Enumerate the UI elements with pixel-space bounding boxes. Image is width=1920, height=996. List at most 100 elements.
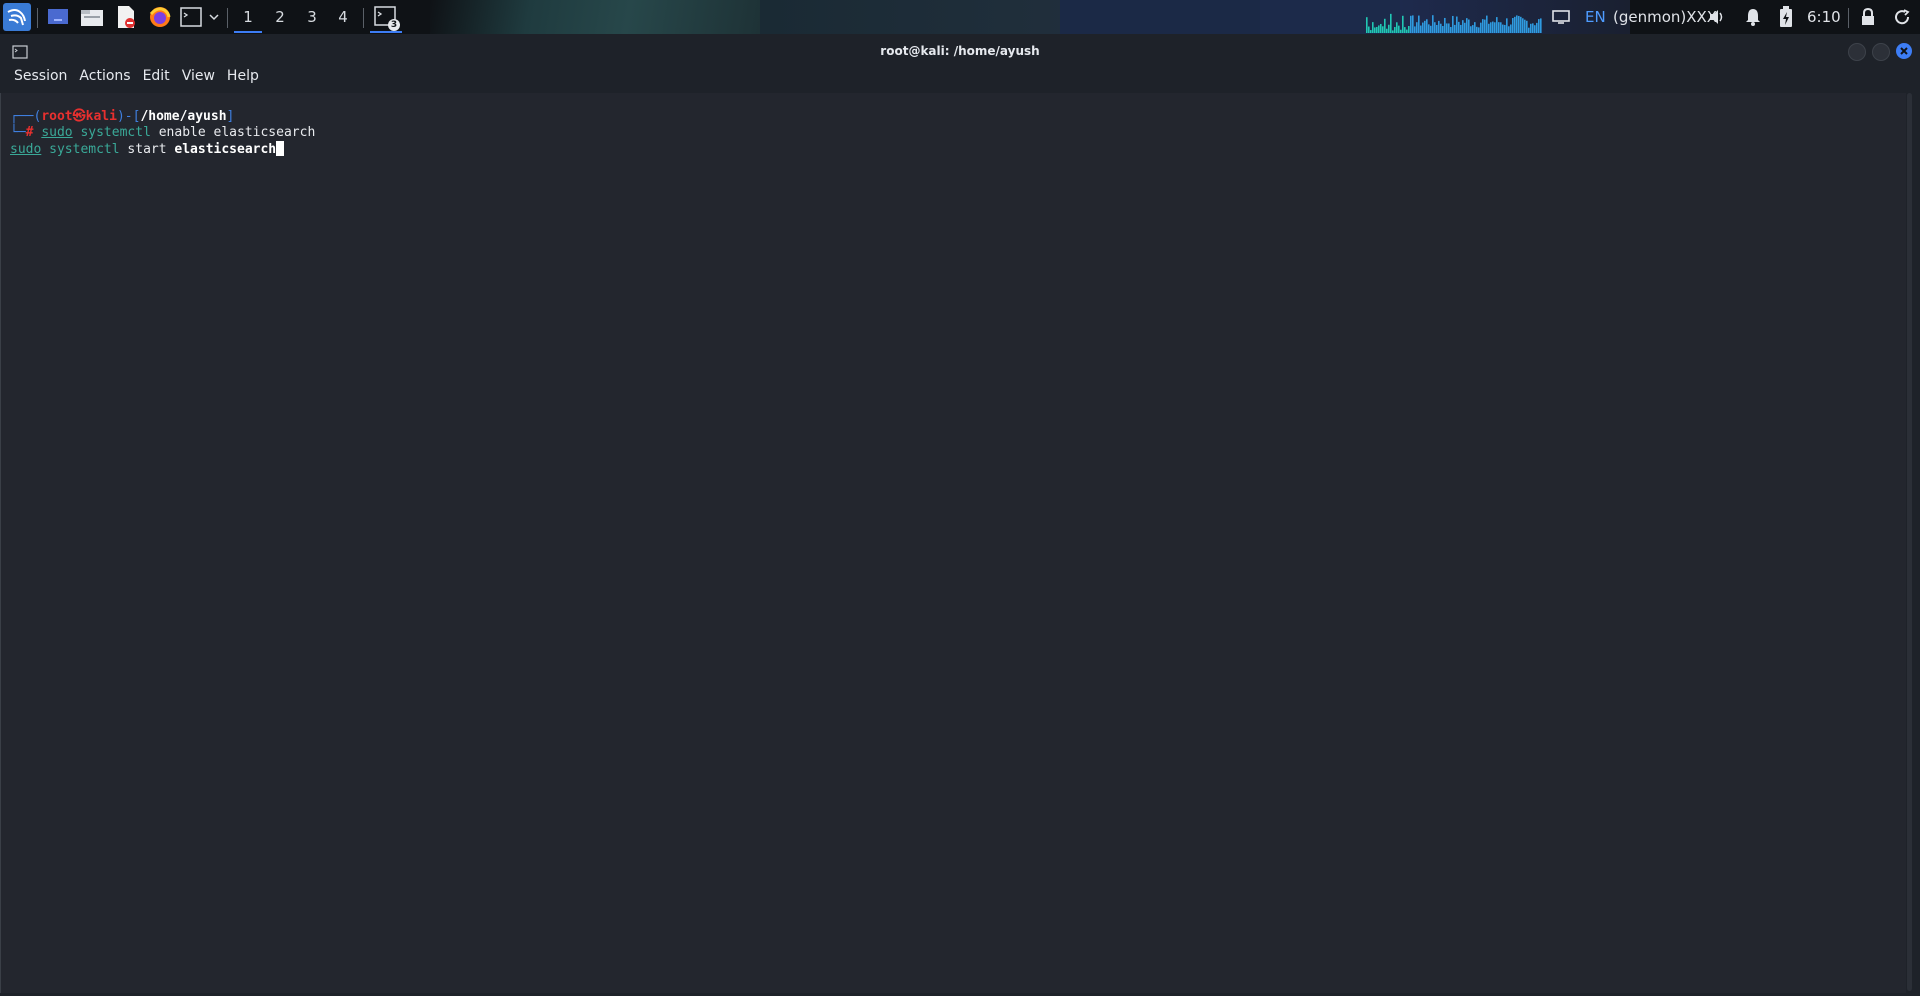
workspace-2[interactable]: 2 bbox=[266, 4, 294, 30]
cpu-graph-bar bbox=[1508, 26, 1510, 33]
panel-separator bbox=[37, 8, 38, 28]
keyboard-layout[interactable]: EN bbox=[1585, 8, 1606, 26]
cpu-graph-bar bbox=[1486, 15, 1488, 33]
cpu-graph-bar bbox=[1442, 26, 1444, 33]
cpu-graph-bar bbox=[1502, 24, 1504, 33]
menu-edit[interactable]: Edit bbox=[143, 66, 170, 86]
prompt-corner-bottom: └─ bbox=[10, 125, 26, 140]
cpu-graph-bar bbox=[1470, 26, 1472, 33]
menu-help[interactable]: Help bbox=[227, 66, 259, 86]
close-button[interactable] bbox=[1896, 43, 1912, 59]
cmd-sudo: sudo bbox=[41, 125, 73, 140]
cpu-graph-bar bbox=[1404, 27, 1406, 33]
cpu-graph-bar bbox=[1492, 21, 1494, 33]
display-icon[interactable] bbox=[1550, 4, 1572, 30]
minimize-button[interactable] bbox=[1848, 43, 1866, 61]
cpu-graph-bar bbox=[1528, 27, 1530, 33]
prompt-host: kali bbox=[85, 109, 117, 124]
maximize-button[interactable] bbox=[1872, 43, 1890, 61]
chevron-down-icon[interactable] bbox=[207, 4, 221, 30]
task-count-badge: 3 bbox=[388, 19, 400, 31]
cpu-graph-bar bbox=[1474, 22, 1476, 33]
terminal-icon[interactable] bbox=[178, 4, 204, 30]
cmd-start: start bbox=[127, 142, 167, 157]
taskbar-terminal-button[interactable]: 3 bbox=[370, 4, 402, 33]
menu-actions[interactable]: Actions bbox=[79, 66, 130, 86]
cpu-graph-bar bbox=[1392, 30, 1394, 33]
text-editor-icon[interactable] bbox=[113, 4, 139, 30]
cpu-graph-bar bbox=[1372, 22, 1374, 33]
prompt-corner: ┌──( bbox=[10, 109, 42, 124]
cpu-graph-bar bbox=[1450, 26, 1452, 33]
cpu-graph bbox=[1366, 13, 1542, 33]
cpu-graph-bar bbox=[1494, 22, 1496, 33]
cpu-graph-bar bbox=[1498, 22, 1500, 33]
cpu-graph-bar bbox=[1520, 16, 1522, 33]
cpu-graph-bar bbox=[1458, 21, 1460, 33]
cpu-graph-bar bbox=[1378, 25, 1380, 33]
clock[interactable]: 6:10 bbox=[1807, 8, 1841, 26]
cpu-graph-bar bbox=[1416, 22, 1418, 33]
cpu-graph-bar bbox=[1452, 15, 1454, 33]
lock-icon[interactable] bbox=[1857, 4, 1879, 30]
cpu-graph-bar bbox=[1524, 19, 1526, 33]
cmd-service: elasticsearch bbox=[174, 142, 277, 157]
cpu-graph-bar bbox=[1402, 15, 1404, 33]
workspace-3[interactable]: 3 bbox=[298, 4, 326, 30]
command-line-1: └─# sudo systemctl enable elasticsearch bbox=[10, 125, 315, 141]
cpu-graph-bar bbox=[1478, 27, 1480, 33]
prompt-line: ┌──(root㉿kali)-[/home/ayush] bbox=[10, 109, 234, 125]
cpu-graph-bar bbox=[1534, 25, 1536, 33]
cpu-graph-bar bbox=[1374, 27, 1376, 33]
terminal-scrollbar[interactable] bbox=[1907, 93, 1912, 991]
command-line-2: sudo systemctl start elasticsearch bbox=[10, 141, 285, 158]
cmd-systemctl: systemctl bbox=[49, 142, 120, 157]
cpu-graph-bar bbox=[1446, 23, 1448, 33]
menu-session[interactable]: Session bbox=[14, 66, 67, 86]
cpu-graph-bar bbox=[1382, 26, 1384, 33]
cpu-graph-bar bbox=[1484, 19, 1486, 33]
kali-menu-icon[interactable] bbox=[2, 3, 32, 31]
cpu-graph-bar bbox=[1522, 18, 1524, 33]
genmon-text[interactable]: (genmon)XXX bbox=[1613, 8, 1717, 26]
top-panel: 1 2 3 4 3 EN (genmon)XXX 6:10 bbox=[0, 0, 1920, 34]
cpu-graph-bar bbox=[1396, 22, 1398, 33]
text-cursor bbox=[276, 141, 285, 156]
menu-view[interactable]: View bbox=[182, 66, 215, 86]
prompt-bracket: )-[ bbox=[116, 109, 141, 124]
file-manager-icon[interactable] bbox=[79, 4, 105, 30]
terminal-output[interactable]: ┌──(root㉿kali)-[/home/ayush] └─# sudo sy… bbox=[1, 93, 1906, 993]
cpu-graph-bar bbox=[1432, 15, 1434, 33]
cpu-graph-bar bbox=[1488, 23, 1490, 33]
cpu-graph-bar bbox=[1418, 15, 1420, 33]
cpu-graph-bar bbox=[1448, 23, 1450, 33]
cpu-graph-bar bbox=[1388, 24, 1390, 33]
desktop-icon[interactable] bbox=[45, 4, 71, 30]
cpu-graph-bar bbox=[1414, 26, 1416, 33]
workspace-1[interactable]: 1 bbox=[234, 4, 262, 33]
prompt-user: root bbox=[41, 109, 73, 124]
cpu-graph-bar bbox=[1398, 25, 1400, 33]
cpu-graph-bar bbox=[1370, 30, 1372, 33]
cpu-graph-bar bbox=[1500, 22, 1502, 33]
cpu-graph-bar bbox=[1514, 16, 1516, 33]
cpu-graph-bar bbox=[1390, 13, 1392, 33]
cpu-graph-bar bbox=[1466, 18, 1468, 33]
volume-icon[interactable] bbox=[1706, 4, 1728, 30]
menu-bar: Session Actions Edit View Help bbox=[0, 63, 1920, 89]
cpu-graph-bar bbox=[1376, 26, 1378, 33]
battery-icon[interactable] bbox=[1775, 4, 1797, 30]
cpu-graph-bar bbox=[1536, 22, 1538, 33]
logout-icon[interactable] bbox=[1891, 4, 1913, 30]
panel-separator bbox=[363, 8, 364, 28]
window-titlebar[interactable]: root@kali: /home/ayush bbox=[0, 38, 1920, 63]
cpu-graph-bar bbox=[1518, 15, 1520, 33]
bell-icon[interactable] bbox=[1742, 4, 1764, 30]
workspace-4[interactable]: 4 bbox=[329, 4, 357, 30]
window-title: root@kali: /home/ayush bbox=[880, 44, 1040, 58]
panel-separator bbox=[1848, 8, 1849, 28]
firefox-icon[interactable] bbox=[147, 4, 173, 30]
cpu-graph-bar bbox=[1366, 17, 1368, 33]
panel-separator bbox=[227, 8, 228, 28]
prompt-at: ㉿ bbox=[72, 109, 86, 124]
